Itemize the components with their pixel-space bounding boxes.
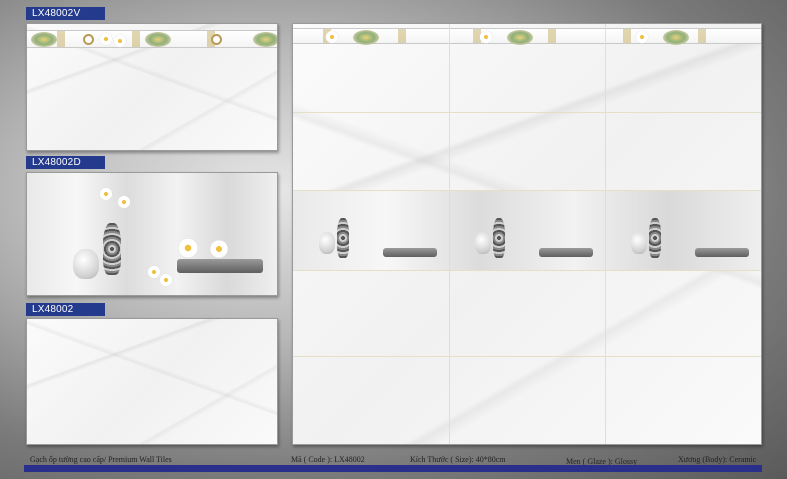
silver-vase-icon (649, 218, 661, 258)
tile-grout-line (449, 24, 450, 444)
white-vase-icon (319, 232, 335, 254)
flower-icon (113, 34, 127, 48)
tray-icon (383, 248, 437, 257)
footer-code: Mã ( Code ): LX48002 (291, 455, 365, 464)
flower-icon (177, 237, 199, 259)
white-vase-icon (475, 232, 491, 254)
footer-title: Gạch ốp tường cao cấp/ Premium Wall Tile… (30, 455, 172, 464)
product-label-lx48002: LX48002 (26, 303, 105, 316)
silver-vase-icon (103, 223, 121, 275)
footer-body: Xương (Body): Ceramic (678, 455, 757, 464)
tile-lx48002v[interactable] (26, 23, 278, 151)
silver-vase-icon (493, 218, 505, 258)
flower-icon (325, 30, 339, 44)
flower-icon (117, 195, 131, 209)
decor-background (293, 190, 761, 270)
silver-vase-icon (337, 218, 349, 258)
ornament-icon (31, 32, 57, 47)
tray-icon (177, 259, 263, 273)
flower-icon (99, 32, 113, 46)
tile-grout-line (293, 270, 761, 271)
ring-ornament-icon (211, 34, 222, 45)
tile-grout-line (293, 112, 761, 113)
footer-size: Kích Thước ( Size): 40*80cm (410, 455, 506, 464)
decor-band (293, 190, 761, 270)
tile-grout-line (293, 356, 761, 357)
product-label-lx48002d: LX48002D (26, 156, 105, 169)
flower-icon (159, 273, 173, 287)
flower-icon (479, 30, 493, 44)
tile-grout-line (293, 190, 761, 191)
flower-icon (635, 30, 649, 44)
footer-bar (24, 465, 762, 472)
ornament-icon (145, 32, 171, 47)
flower-icon (99, 187, 113, 201)
white-vase-icon (73, 249, 99, 279)
ornament-icon (253, 32, 277, 47)
white-vase-icon (631, 232, 647, 254)
ring-ornament-icon (83, 34, 94, 45)
flower-icon (209, 239, 229, 259)
decorative-border-strip (293, 28, 761, 45)
tray-icon (539, 248, 593, 257)
tray-icon (695, 248, 749, 257)
tile-lx48002d[interactable] (26, 172, 278, 296)
ornament-icon (663, 30, 689, 45)
wall-preview[interactable] (292, 23, 762, 445)
ornament-icon (353, 30, 379, 45)
ornament-icon (507, 30, 533, 45)
tile-grout-line (605, 24, 606, 444)
tile-lx48002[interactable] (26, 318, 278, 445)
product-label-lx48002v: LX48002V (26, 7, 105, 20)
decorative-border-strip (27, 30, 277, 48)
